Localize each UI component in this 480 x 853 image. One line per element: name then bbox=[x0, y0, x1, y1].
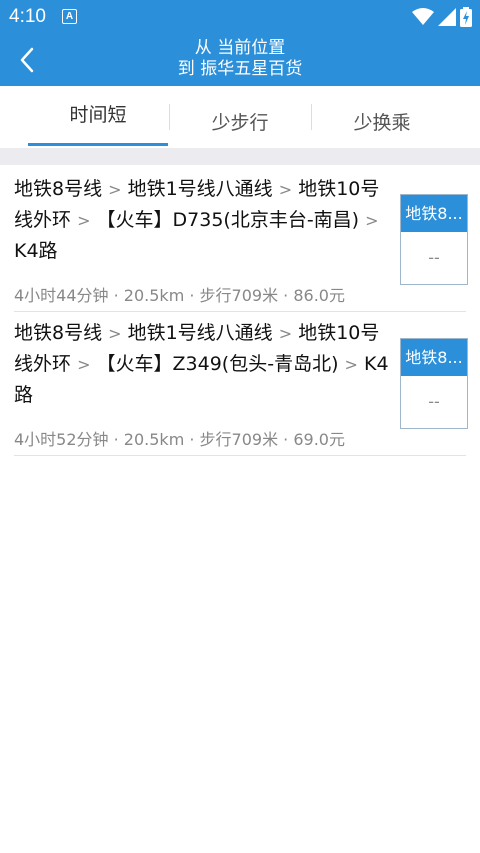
segment: 【火车】Z349(包头-青岛北) bbox=[96, 353, 339, 375]
segment-separator: > bbox=[77, 355, 91, 374]
status-time: 4:10 bbox=[9, 6, 46, 27]
battery-icon bbox=[460, 7, 472, 27]
route-origin-title: 从 当前位置 bbox=[194, 38, 286, 58]
badge-line-name: 地铁8... bbox=[401, 339, 467, 376]
route-option[interactable]: 地铁8号线 > 地铁1号线八通线 > 地铁10号线外环 > 【火车】D735(北… bbox=[0, 168, 480, 312]
signal-icon bbox=[438, 8, 456, 26]
tab-fewer-transfers[interactable]: 少换乘 bbox=[312, 86, 452, 148]
segment: 地铁8号线 bbox=[14, 322, 103, 344]
badge-detail: -- bbox=[428, 392, 440, 411]
tab-selected-indicator bbox=[28, 143, 168, 146]
row-divider bbox=[14, 455, 466, 456]
badge-line-name: 地铁8... bbox=[401, 195, 467, 232]
segment: 地铁8号线 bbox=[14, 178, 103, 200]
status-icons bbox=[412, 6, 472, 28]
tab-less-walking[interactable]: 少步行 bbox=[170, 86, 310, 148]
route-first-line-badge[interactable]: 地铁8... -- bbox=[400, 338, 468, 429]
segment-separator: > bbox=[108, 324, 122, 343]
segment-separator: > bbox=[278, 180, 293, 199]
route-summary: 4小时52分钟 · 20.5km · 步行709米 · 69.0元 bbox=[14, 430, 345, 449]
back-arrow-icon[interactable] bbox=[14, 44, 42, 76]
segment-separator: > bbox=[365, 211, 379, 230]
segment-separator: > bbox=[77, 211, 91, 230]
segment-separator: > bbox=[278, 324, 293, 343]
status-bar: 4:10 A bbox=[0, 0, 480, 33]
route-segments: 地铁8号线 > 地铁1号线八通线 > 地铁10号线外环 > 【火车】Z349(包… bbox=[14, 318, 392, 410]
tab-shortest-time[interactable]: 时间短 bbox=[28, 86, 168, 148]
segment-separator: > bbox=[344, 355, 358, 374]
wifi-icon bbox=[412, 8, 434, 25]
route-first-line-badge[interactable]: 地铁8... -- bbox=[400, 194, 468, 285]
badge-detail: -- bbox=[428, 248, 440, 267]
notification-icon: A bbox=[62, 9, 77, 24]
section-divider bbox=[0, 148, 480, 165]
route-option[interactable]: 地铁8号线 > 地铁1号线八通线 > 地铁10号线外环 > 【火车】Z349(包… bbox=[0, 312, 480, 456]
route-destination-title: 到 振华五星百货 bbox=[177, 59, 303, 79]
segment: K4路 bbox=[14, 240, 58, 262]
sort-tabs: 时间短 少步行 少换乘 bbox=[0, 86, 480, 148]
title-bar: 从 当前位置 到 振华五星百货 bbox=[0, 33, 480, 86]
segment: 地铁1号线八通线 bbox=[127, 178, 273, 200]
segment-separator: > bbox=[108, 180, 122, 199]
route-segments: 地铁8号线 > 地铁1号线八通线 > 地铁10号线外环 > 【火车】D735(北… bbox=[14, 174, 392, 266]
segment: 地铁1号线八通线 bbox=[127, 322, 273, 344]
route-summary: 4小时44分钟 · 20.5km · 步行709米 · 86.0元 bbox=[14, 286, 345, 305]
segment: 【火车】D735(北京丰台-南昌) bbox=[96, 209, 360, 231]
